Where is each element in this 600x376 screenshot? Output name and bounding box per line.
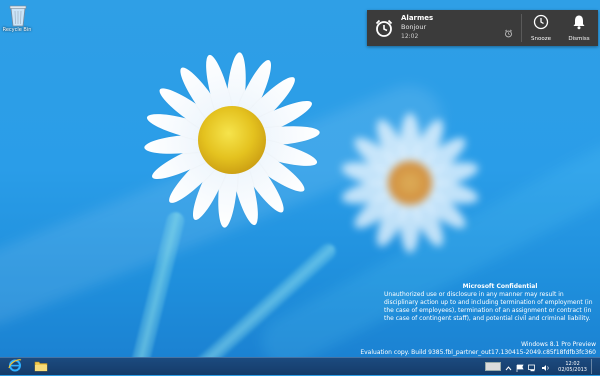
recycle-bin-icon xyxy=(7,3,29,27)
file-explorer-taskbar-button[interactable] xyxy=(30,359,52,374)
build-watermark: Windows 8.1 Pro Preview Evaluation copy.… xyxy=(360,341,596,357)
daisy-center xyxy=(198,106,266,174)
taskbar: 12:02 02/05/2013 xyxy=(0,357,600,375)
alarm-clock-icon xyxy=(367,10,401,46)
internet-explorer-icon xyxy=(8,357,22,376)
show-desktop-button[interactable] xyxy=(591,359,596,374)
confidential-body: Unauthorized use or disclosure in any ma… xyxy=(384,291,593,322)
chevron-up-icon[interactable] xyxy=(505,357,512,376)
network-icon[interactable] xyxy=(528,357,537,376)
snooze-button[interactable]: Snooze xyxy=(522,10,560,46)
alarm-toast[interactable]: Alarmes Bonjour 12:02 Snooze Dismiss xyxy=(367,10,598,46)
snooze-label: Snooze xyxy=(531,36,551,42)
toast-body[interactable]: Alarmes Bonjour 12:02 xyxy=(367,10,521,46)
volume-icon[interactable] xyxy=(541,357,550,376)
confidential-heading: Microsoft Confidential xyxy=(462,283,538,290)
recycle-bin[interactable]: Recycle Bin xyxy=(2,3,34,33)
internet-explorer-taskbar-button[interactable] xyxy=(4,359,26,374)
small-alarm-icon xyxy=(504,23,513,42)
file-explorer-icon xyxy=(34,357,48,376)
bell-icon xyxy=(572,14,586,34)
clock-date: 02/05/2013 xyxy=(558,366,587,373)
taskbar-clock[interactable]: 12:02 02/05/2013 xyxy=(558,361,587,373)
snooze-icon xyxy=(533,14,549,34)
recycle-bin-label: Recycle Bin xyxy=(2,27,32,33)
confidential-notice: Microsoft Confidential Unauthorized use … xyxy=(384,283,596,323)
build-text: Evaluation copy. Build 9385.fbl_partner_… xyxy=(360,349,596,356)
toast-message: Bonjour xyxy=(401,23,427,31)
system-tray: 12:02 02/05/2013 xyxy=(485,357,600,376)
keyboard-icon[interactable] xyxy=(485,362,502,371)
flag-icon[interactable] xyxy=(516,357,524,376)
daisy-center xyxy=(388,161,432,205)
dismiss-label: Dismiss xyxy=(568,36,590,42)
edition-text: Windows 8.1 Pro Preview xyxy=(521,341,596,348)
toast-time: 12:02 xyxy=(401,33,419,40)
desktop: Recycle Bin Alarmes Bonjour 12:02 Snooze… xyxy=(0,0,600,358)
toast-title: Alarmes xyxy=(401,14,434,22)
dismiss-button[interactable]: Dismiss xyxy=(560,10,598,46)
